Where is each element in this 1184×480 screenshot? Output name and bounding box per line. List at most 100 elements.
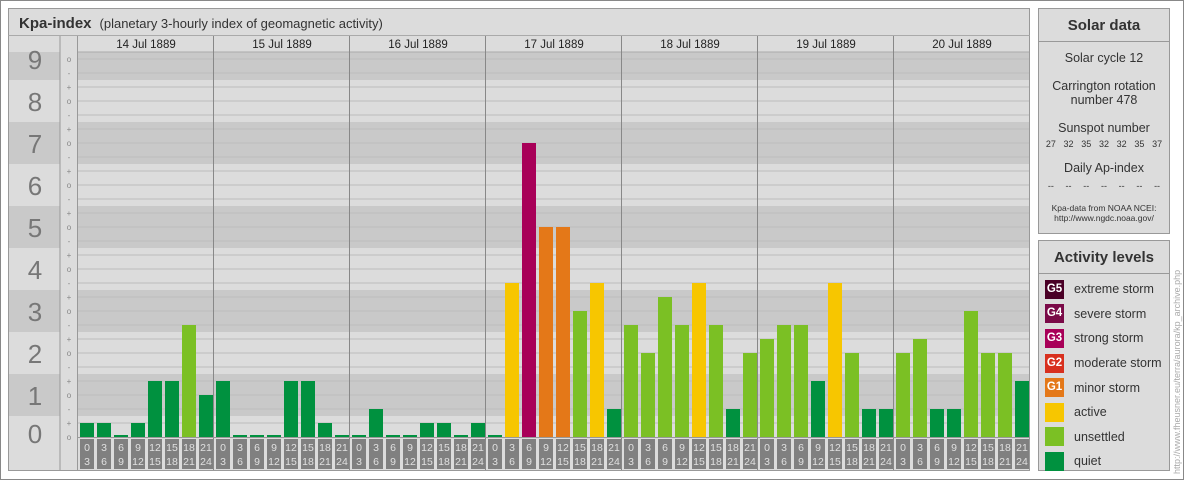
hour-end-label: 18 xyxy=(302,456,314,468)
y-subtick: - xyxy=(68,195,71,204)
hour-start-label: 21 xyxy=(336,442,348,454)
hour-start-label: 9 xyxy=(679,442,685,454)
hour-end-label: 6 xyxy=(917,456,923,468)
legend-swatch xyxy=(1045,451,1064,471)
hour-end-label: 21 xyxy=(455,456,467,468)
hour-start-label: 0 xyxy=(764,442,770,454)
kp-bar xyxy=(709,325,723,437)
kp-bar xyxy=(947,409,961,437)
hour-end-label: 9 xyxy=(390,456,396,468)
hour-end-label: 3 xyxy=(84,456,90,468)
hour-start-label: 12 xyxy=(557,442,569,454)
kp-bar xyxy=(692,283,706,437)
legend-item: G1 minor storm xyxy=(1039,375,1169,400)
hour-end-label: 12 xyxy=(132,456,144,468)
legend-label: extreme storm xyxy=(1074,282,1154,297)
kp-bar xyxy=(862,409,876,437)
hour-start-label: 12 xyxy=(829,442,841,454)
hour-end-label: 15 xyxy=(421,456,433,468)
y-subtick: o xyxy=(67,55,72,64)
source-line1: Kpa-data from NOAA NCEI: xyxy=(1051,203,1157,213)
hour-start-label: 3 xyxy=(101,442,107,454)
y-tick-label: 1 xyxy=(28,381,42,411)
y-tick-label: 9 xyxy=(28,45,42,75)
day-label: 15 Jul 1889 xyxy=(252,39,311,51)
y-tick-label: 0 xyxy=(28,419,42,449)
carrington-line1: Carrington rotation xyxy=(1052,79,1156,93)
kp-bar xyxy=(726,409,740,437)
legend-swatch: G3 xyxy=(1045,328,1064,348)
hour-start-label: 9 xyxy=(951,442,957,454)
sunspot-value: 27 xyxy=(1045,139,1056,149)
y-subtick: + xyxy=(67,335,72,344)
legend-label: moderate storm xyxy=(1074,356,1162,371)
carrington-line2: number 478 xyxy=(1070,93,1138,107)
hour-start-label: 18 xyxy=(319,442,331,454)
hour-end-label: 21 xyxy=(863,456,875,468)
hour-end-label: 9 xyxy=(118,456,124,468)
kp-bar xyxy=(828,283,842,437)
hour-end-label: 9 xyxy=(798,456,804,468)
kp-bar xyxy=(454,435,468,437)
y-tick-label: 8 xyxy=(28,87,42,117)
hour-start-label: 15 xyxy=(574,442,586,454)
hour-start-label: 21 xyxy=(880,442,892,454)
kp-bar xyxy=(403,435,417,437)
kp-bar xyxy=(964,311,978,437)
kp-bar xyxy=(930,409,944,437)
activity-levels-title: Activity levels xyxy=(1039,241,1169,274)
hour-start-label: 18 xyxy=(999,442,1011,454)
kp-bar xyxy=(981,353,995,437)
hour-start-label: 3 xyxy=(237,442,243,454)
solar-data-title: Solar data xyxy=(1039,9,1169,42)
hour-end-label: 15 xyxy=(557,456,569,468)
sunspot-label: Sunspot number xyxy=(1058,121,1150,135)
ap-value: -- xyxy=(1136,181,1143,191)
hour-start-label: 3 xyxy=(509,442,515,454)
solar-cycle: Solar cycle 12 xyxy=(1064,51,1144,65)
sunspot-values: 27 32 35 32 32 35 37 xyxy=(1039,139,1169,149)
hour-end-label: 24 xyxy=(1016,456,1028,468)
kp-bar xyxy=(165,381,179,437)
sunspot-value: 35 xyxy=(1134,139,1145,149)
hour-end-label: 3 xyxy=(764,456,770,468)
hour-end-label: 9 xyxy=(662,456,668,468)
hour-end-label: 6 xyxy=(645,456,651,468)
ap-value: -- xyxy=(1065,181,1072,191)
ap-value: -- xyxy=(1047,181,1054,191)
ap-value: -- xyxy=(1154,181,1161,191)
kp-bar xyxy=(369,409,383,437)
hour-start-label: 0 xyxy=(492,442,498,454)
kp-bar xyxy=(998,353,1012,437)
legend-label: active xyxy=(1074,405,1107,420)
kp-bar xyxy=(794,325,808,437)
hour-end-label: 21 xyxy=(183,456,195,468)
source-line2: http://www.ngdc.noaa.gov/ xyxy=(1054,213,1154,223)
kp-band xyxy=(9,52,1029,80)
hour-end-label: 24 xyxy=(472,456,484,468)
hour-end-label: 18 xyxy=(846,456,858,468)
hour-end-label: 3 xyxy=(492,456,498,468)
legend-item: G3 strong storm xyxy=(1039,326,1169,351)
hour-start-label: 18 xyxy=(727,442,739,454)
y-subtick: + xyxy=(67,125,72,134)
chart-title: Kpa-index xyxy=(19,15,92,32)
hour-end-label: 15 xyxy=(965,456,977,468)
legend-item: G2 moderate storm xyxy=(1039,351,1169,376)
kp-bar xyxy=(539,227,553,437)
y-subtick: + xyxy=(67,293,72,302)
legend-label: severe storm xyxy=(1074,306,1147,321)
chart-subtitle: (planetary 3-hourly index of geomagnetic… xyxy=(99,16,383,31)
y-subtick: o xyxy=(67,433,72,442)
legend-label: minor storm xyxy=(1074,380,1140,395)
y-subtick: o xyxy=(67,265,72,274)
solar-data-panel: Solar data Solar cycle 12 Carrington rot… xyxy=(1038,8,1170,234)
legend-item: quiet xyxy=(1039,449,1169,474)
hour-start-label: 9 xyxy=(815,442,821,454)
hour-start-label: 6 xyxy=(662,442,668,454)
y-subtick: - xyxy=(68,237,71,246)
hour-end-label: 15 xyxy=(149,456,161,468)
y-subtick: o xyxy=(67,139,72,148)
hour-start-label: 18 xyxy=(863,442,875,454)
kp-bar xyxy=(216,381,230,437)
